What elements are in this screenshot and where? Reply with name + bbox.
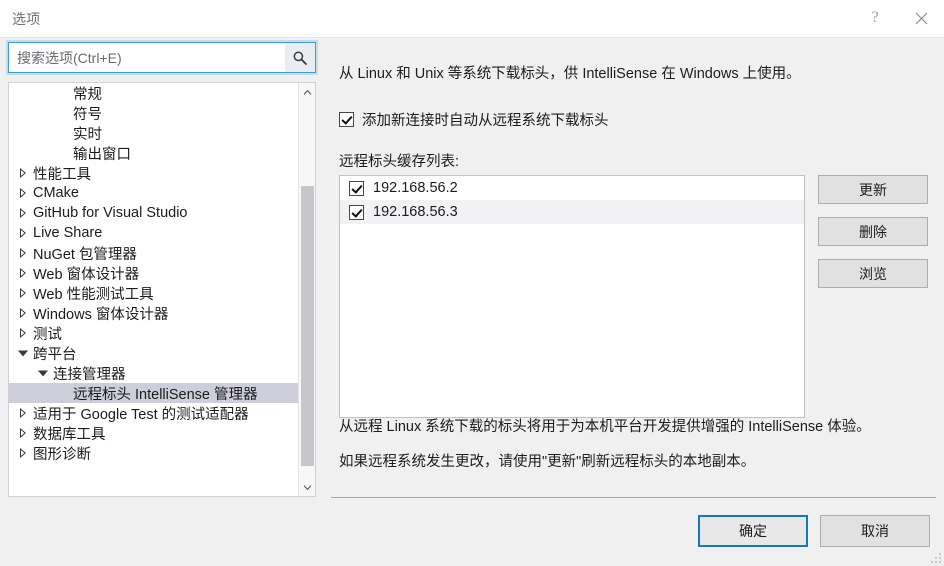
tree-item-label: 输出窗口 [73,146,131,163]
tree-item[interactable]: Live Share [9,223,299,243]
tree-item-label: 符号 [73,106,102,123]
tree-item-label: 常规 [73,86,102,103]
tree-item[interactable]: 数据库工具 [9,423,299,443]
chevron-right-icon[interactable] [15,308,31,318]
auto-download-checkbox[interactable] [339,112,354,127]
dialog-footer-buttons: 确定 取消 [698,515,930,547]
tree-item[interactable]: 适用于 Google Test 的测试适配器 [9,403,299,423]
tree-item[interactable]: 常规 [9,83,299,103]
chevron-down-icon[interactable] [299,478,315,496]
tree-item-label: 测试 [33,326,62,343]
options-tree[interactable]: 常规符号实时输出窗口性能工具 CMake GitHub for Visual Stu… [8,82,316,497]
tree-item-label: Windows 窗体设计器 [33,306,169,323]
tree-item[interactable]: 连接管理器 [9,363,299,383]
tree-item-label: Web 性能测试工具 [33,286,154,303]
options-tree-items: 常规符号实时输出窗口性能工具 CMake GitHub for Visual Stu… [9,83,299,496]
footer-divider [331,497,936,498]
tree-item-label: NuGet 包管理器 [33,246,137,263]
tree-item-label: 远程标头 IntelliSense 管理器 [73,386,258,403]
tree-item[interactable]: 远程标头 IntelliSense 管理器 [9,383,299,403]
chevron-right-icon[interactable] [15,448,31,458]
cancel-button[interactable]: 取消 [820,515,930,547]
tree-item-label: GitHub for Visual Studio [33,205,188,221]
footnote-1: 从远程 Linux 系统下载的标头将用于为本机平台开发提供增强的 Intelli… [339,419,871,435]
panel-description: 从 Linux 和 Unix 等系统下载标头，供 IntelliSense 在 … [339,66,801,82]
tree-item[interactable]: NuGet 包管理器 [9,243,299,263]
footnote-2: 如果远程系统发生更改，请使用"更新"刷新远程标头的本地副本。 [339,454,756,470]
tree-item[interactable]: Windows 窗体设计器 [9,303,299,323]
resize-grip[interactable] [929,551,941,563]
tree-item-label: CMake [33,185,79,201]
chevron-down-icon[interactable] [15,349,31,357]
tree-item-label: 连接管理器 [53,366,126,383]
cache-list-label: 远程标头缓存列表: [339,154,460,170]
chevron-right-icon[interactable] [15,208,31,218]
tree-item[interactable]: 测试 [9,323,299,343]
close-icon[interactable] [898,0,944,36]
update-button[interactable]: 更新 [818,175,928,204]
chevron-right-icon[interactable] [15,168,31,178]
ok-button[interactable]: 确定 [698,515,808,547]
tree-item-label: 跨平台 [33,346,77,363]
title-bar: 选项 ? [0,0,944,38]
chevron-right-icon[interactable] [15,228,31,238]
search-input[interactable] [9,43,284,72]
cache-item-checkbox[interactable] [349,180,364,196]
tree-item-label: 适用于 Google Test 的测试适配器 [33,406,249,423]
tree-item-label: 数据库工具 [33,426,106,443]
tree-item-label: 性能工具 [33,166,91,183]
page-title: 选项 [12,11,41,27]
chevron-right-icon[interactable] [15,188,31,198]
tree-item[interactable]: GitHub for Visual Studio [9,203,299,223]
cache-item-address: 192.168.56.3 [373,204,458,220]
tree-item[interactable]: 实时 [9,123,299,143]
chevron-right-icon[interactable] [15,328,31,338]
tree-scrollbar-thumb[interactable] [301,186,314,466]
help-icon[interactable]: ? [852,0,898,36]
chevron-down-icon[interactable] [35,369,51,377]
tree-item-label: Web 窗体设计器 [33,266,140,283]
search-icon[interactable] [284,43,315,72]
delete-button[interactable]: 删除 [818,217,928,246]
chevron-right-icon[interactable] [15,428,31,438]
auto-download-label: 添加新连接时自动从远程系统下载标头 [362,113,609,129]
remote-header-cache-list[interactable]: 192.168.56.2 192.168.56.3 [339,175,805,418]
chevron-right-icon[interactable] [15,288,31,298]
chevron-right-icon[interactable] [15,268,31,278]
cache-item-address: 192.168.56.2 [373,180,458,196]
tree-item[interactable]: 符号 [9,103,299,123]
tree-scrollbar[interactable] [298,83,315,496]
options-dialog: 选项 ? 常规符号实时输出窗口性能工具 CMake GitHub for Visua… [0,0,944,566]
cache-action-buttons: 更新 删除 浏览 [818,175,928,288]
chevron-right-icon[interactable] [15,248,31,258]
tree-item[interactable]: 性能工具 [9,163,299,183]
tree-item-label: Live Share [33,225,103,241]
tree-item[interactable]: 输出窗口 [9,143,299,163]
tree-item-label: 实时 [73,126,102,143]
auto-download-checkbox-row[interactable]: 添加新连接时自动从远程系统下载标头 [339,109,609,130]
tree-item[interactable]: CMake [9,183,299,203]
tree-item[interactable]: 跨平台 [9,343,299,363]
tree-item-label: 图形诊断 [33,446,91,463]
tree-item[interactable]: 图形诊断 [9,443,299,463]
search-box[interactable] [6,40,318,75]
title-bar-buttons: ? [852,0,944,36]
tree-item[interactable]: Web 性能测试工具 [9,283,299,303]
list-item[interactable]: 192.168.56.3 [340,200,804,224]
cache-item-checkbox[interactable] [349,204,364,220]
browse-button[interactable]: 浏览 [818,259,928,288]
chevron-right-icon[interactable] [15,408,31,418]
tree-item[interactable]: Web 窗体设计器 [9,263,299,283]
chevron-up-icon[interactable] [299,83,315,101]
list-item[interactable]: 192.168.56.2 [340,176,804,200]
